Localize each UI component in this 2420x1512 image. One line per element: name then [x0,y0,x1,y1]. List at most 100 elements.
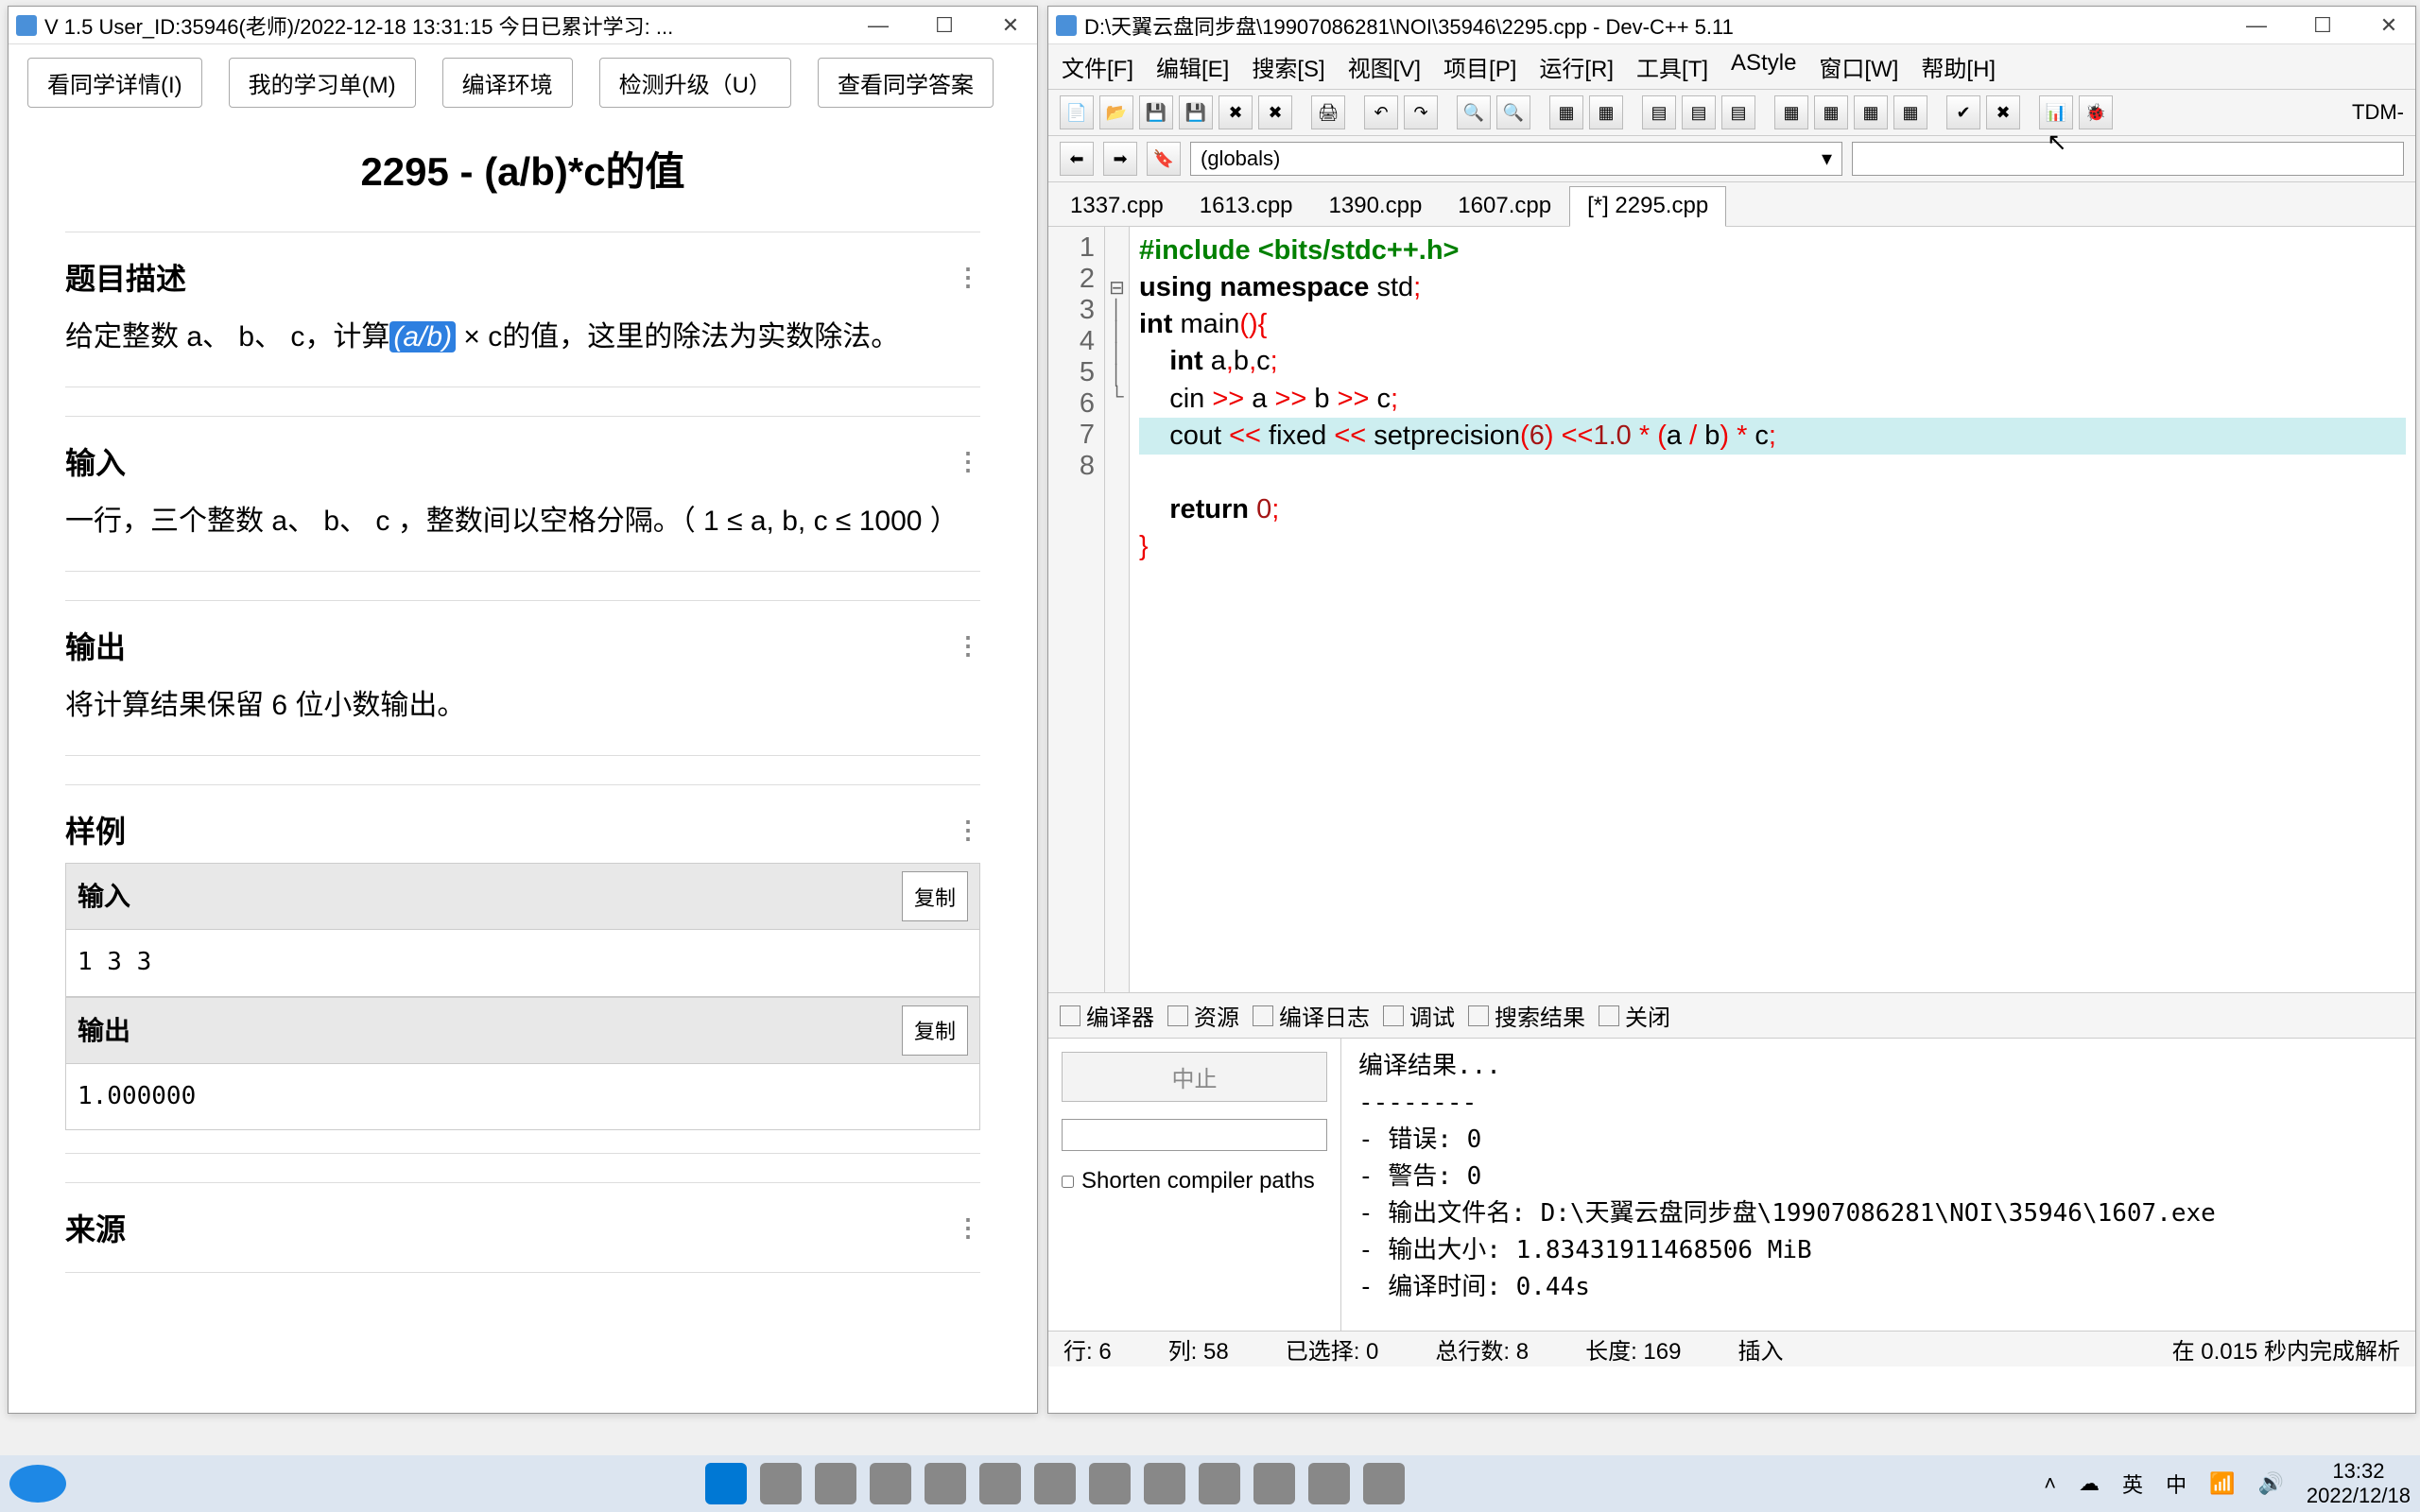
code-editor[interactable]: 12345678 ⊟││││└ #include <bits/stdc++.h>… [1048,227,2415,992]
btab-search[interactable]: 搜索结果 [1468,999,1585,1032]
grid3-icon[interactable]: ▦ [1854,95,1888,129]
tray-volume-icon[interactable]: 🔊 [2257,1471,2283,1496]
undo-icon[interactable]: ↶ [1364,95,1398,129]
edge-icon[interactable] [979,1463,1021,1504]
menu-edit[interactable]: 编辑[E] [1156,50,1229,83]
app1-icon[interactable] [1034,1463,1076,1504]
tab-1[interactable]: 1613.cpp [1182,186,1311,226]
search-icon[interactable] [760,1463,802,1504]
max-button[interactable]: ☐ [925,13,963,38]
tab-2[interactable]: 1390.cpp [1311,186,1441,226]
min-button[interactable]: — [2238,13,2275,38]
back-icon[interactable]: ⬅ [1060,142,1094,176]
print-icon[interactable]: 🖨 [1311,95,1345,129]
tray-lang2[interactable]: 中 [2166,1469,2187,1499]
btab-resource[interactable]: 资源 [1167,999,1239,1032]
dots-icon[interactable]: ⋮ [956,1213,980,1243]
compile-icon[interactable]: ▦ [1549,95,1583,129]
tray-clock[interactable]: 13:322022/12/18 [2307,1459,2411,1509]
tray-wifi-icon[interactable]: 📶 [2209,1471,2235,1496]
taskbar[interactable]: ˄ ☁ 英 中 📶 🔊 13:322022/12/18 [0,1455,2420,1512]
menu-project[interactable]: 项目[P] [1443,50,1516,83]
replace-icon[interactable]: 🔍 [1496,95,1530,129]
chart-icon[interactable]: 📊 [2039,95,2073,129]
tray-onedrive-icon[interactable]: ☁ [2079,1471,2100,1496]
new-icon[interactable]: 📄 [1060,95,1094,129]
menu-astyle[interactable]: AStyle [1731,50,1796,83]
close-file-icon[interactable]: ✖ [1219,95,1253,129]
tray-chevron-icon[interactable]: ˄ [2044,1471,2056,1496]
menu-search[interactable]: 搜索[S] [1252,50,1324,83]
saveall-icon[interactable]: 💾 [1179,95,1213,129]
app6-icon[interactable] [1308,1463,1350,1504]
dots-icon[interactable]: ⋮ [956,263,980,292]
taskview-icon[interactable] [815,1463,856,1504]
status-col: 列: 58 [1168,1332,1229,1366]
btab-close[interactable]: 关闭 [1599,999,1670,1032]
fwd-icon[interactable]: ➡ [1103,142,1137,176]
btn-answer[interactable]: 查看同学答案 [818,58,994,108]
start-icon[interactable] [705,1463,747,1504]
close-button[interactable]: ✕ [992,13,1029,38]
status-mode: 插入 [1737,1332,1783,1366]
devcpp-task-icon[interactable] [1363,1463,1405,1504]
tab-4[interactable]: [*] 2295.cpp [1569,186,1726,227]
explorer-icon[interactable] [925,1463,966,1504]
fold-gutter[interactable]: ⊟││││└ [1105,227,1130,992]
status-row: 行: 6 [1063,1332,1112,1366]
debug2-icon[interactable]: ▤ [1682,95,1716,129]
max-button[interactable]: ☐ [2304,13,2342,38]
run-icon[interactable]: ▦ [1589,95,1623,129]
menu-window[interactable]: 窗口[W] [1819,50,1898,83]
bookmark-icon[interactable]: 🔖 [1147,142,1181,176]
check-icon[interactable]: ✔ [1946,95,1980,129]
btab-debug[interactable]: 调试 [1383,999,1455,1032]
btn-detail[interactable]: 看同学详情(I) [27,58,202,108]
app5-icon[interactable] [1253,1463,1295,1504]
goto-input[interactable] [1852,142,2404,176]
find-icon[interactable]: 🔍 [1457,95,1491,129]
app4-icon[interactable] [1199,1463,1240,1504]
btab-log[interactable]: 编译日志 [1253,999,1370,1032]
grid2-icon[interactable]: ▦ [1814,95,1848,129]
dots-icon[interactable]: ⋮ [956,816,980,845]
tab-3[interactable]: 1607.cpp [1440,186,1569,226]
taskbar-app-icon[interactable] [9,1465,66,1503]
scope-dropdown[interactable]: (globals)▾ [1190,142,1842,176]
bug-icon[interactable]: 🐞 [2079,95,2113,129]
copy-in-button[interactable]: 复制 [902,871,968,921]
menu-tools[interactable]: 工具[T] [1636,50,1708,83]
menu-file[interactable]: 文件[F] [1062,50,1133,83]
menu-run[interactable]: 运行[R] [1539,50,1614,83]
compile-output[interactable]: 编译结果... -------- - 错误: 0 - 警告: 0 - 输出文件名… [1341,1039,2415,1331]
tray-lang1[interactable]: 英 [2122,1469,2143,1499]
open-icon[interactable]: 📂 [1099,95,1133,129]
debug-icon[interactable]: ▤ [1642,95,1676,129]
x-icon[interactable]: ✖ [1986,95,2020,129]
copy-out-button[interactable]: 复制 [902,1005,968,1056]
left-body[interactable]: 题目描述⋮ 给定整数 a、 b、 c，计算(a/b) × c的值，这里的除法为实… [9,232,1037,1458]
code-area[interactable]: #include <bits/stdc++.h> using namespace… [1130,227,2415,992]
btab-compiler[interactable]: 编译器 [1060,999,1154,1032]
stop-icon[interactable]: ▤ [1721,95,1755,129]
dots-icon[interactable]: ⋮ [956,631,980,661]
widgets-icon[interactable] [870,1463,911,1504]
btn-update[interactable]: 检测升级（U） [599,58,791,108]
abort-button[interactable]: 中止 [1062,1052,1327,1102]
menu-view[interactable]: 视图[V] [1348,50,1421,83]
menu-help[interactable]: 帮助[H] [1921,50,1996,83]
app2-icon[interactable] [1089,1463,1131,1504]
close-button[interactable]: ✕ [2370,13,2408,38]
save-icon[interactable]: 💾 [1139,95,1173,129]
grid4-icon[interactable]: ▦ [1893,95,1927,129]
dots-icon[interactable]: ⋮ [956,447,980,476]
btn-env[interactable]: 编译环境 [442,58,573,108]
tab-0[interactable]: 1337.cpp [1052,186,1182,226]
app3-icon[interactable] [1144,1463,1185,1504]
grid1-icon[interactable]: ▦ [1774,95,1808,129]
btn-list[interactable]: 我的学习单(M) [229,58,416,108]
shorten-paths-checkbox[interactable]: Shorten compiler paths [1062,1168,1327,1194]
redo-icon[interactable]: ↷ [1404,95,1438,129]
min-button[interactable]: — [859,13,897,38]
closeall-icon[interactable]: ✖ [1258,95,1292,129]
